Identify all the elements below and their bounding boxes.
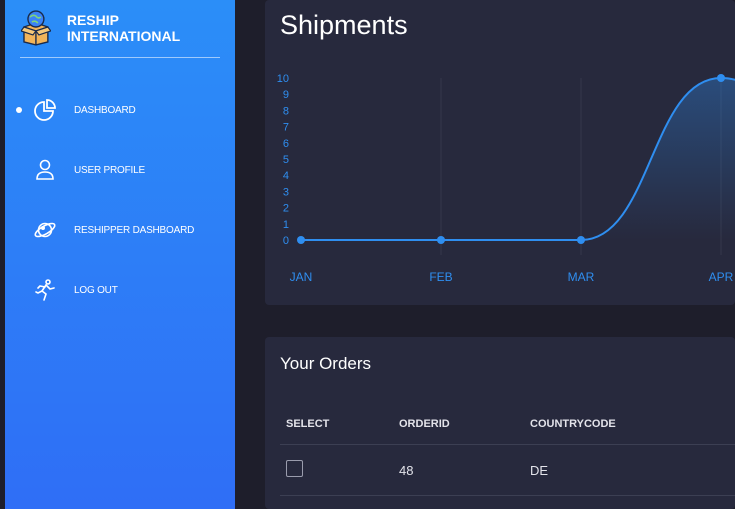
y-tick-label: 0 <box>283 235 289 247</box>
y-tick-label: 3 <box>283 186 289 198</box>
sidebar-item-dashboard[interactable]: DASHBOARD <box>5 80 235 140</box>
data-point <box>437 236 445 244</box>
y-tick-label: 6 <box>283 138 289 150</box>
shipments-card: Shipments 0 1 2 3 4 5 6 7 8 9 10 JAN FEB MAR APR <box>265 0 735 305</box>
brand-divider <box>20 57 220 58</box>
countrycode-cell: DE <box>524 444 735 496</box>
column-header-countrycode: COUNTRYCODE <box>524 404 735 445</box>
brand-name: RESHIP INTERNATIONAL <box>66 12 181 44</box>
row-select-checkbox[interactable] <box>286 460 303 477</box>
sidebar-item-reshipper-dashboard[interactable]: RESHIPPER DASHBOARD <box>5 200 235 260</box>
column-header-select: SELECT <box>280 404 393 445</box>
table-row[interactable]: 48 DE <box>280 444 735 496</box>
orderid-cell: 48 <box>393 444 524 496</box>
sidebar-item-label: LOG OUT <box>74 284 118 296</box>
table-header-row: SELECT ORDERID COUNTRYCODE <box>280 404 735 445</box>
brand[interactable]: RESHIP INTERNATIONAL <box>21 8 235 48</box>
x-tick-label: MAR <box>568 270 595 284</box>
y-tick-label: 8 <box>283 105 289 117</box>
shipments-chart: 0 1 2 3 4 5 6 7 8 9 10 JAN FEB MAR APR <box>277 73 735 284</box>
orders-title: Your Orders <box>280 354 372 373</box>
x-tick-label: JAN <box>290 270 313 284</box>
y-tick-label: 2 <box>283 203 289 215</box>
running-person-icon <box>35 279 55 301</box>
sidebar-item-log-out[interactable]: LOG OUT <box>5 260 235 320</box>
orders-card: Your Orders SELECT ORDERID COUNTRYCODE 4… <box>265 337 735 509</box>
active-indicator <box>16 107 22 113</box>
box-globe-icon <box>21 10 51 46</box>
sidebar: RESHIP INTERNATIONAL DASHBOARD USER PROF… <box>0 0 235 509</box>
sidebar-item-label: RESHIPPER DASHBOARD <box>74 224 195 236</box>
data-point <box>297 236 305 244</box>
series-area <box>301 78 735 241</box>
sidebar-item-label: USER PROFILE <box>74 164 145 176</box>
sidebar-nav: DASHBOARD USER PROFILE RESHIPPER DASHBOA… <box>5 80 235 320</box>
y-tick-label: 4 <box>283 170 289 182</box>
orders-table: SELECT ORDERID COUNTRYCODE 48 DE <box>280 404 735 496</box>
sidebar-item-label: DASHBOARD <box>74 104 136 116</box>
user-icon <box>36 159 54 180</box>
data-point <box>717 74 725 82</box>
pie-chart-icon <box>34 99 56 121</box>
planet-icon <box>34 222 56 238</box>
y-tick-label: 7 <box>283 122 289 134</box>
x-tick-label: APR <box>709 270 734 284</box>
select-cell <box>280 444 393 496</box>
y-tick-label: 10 <box>277 73 289 85</box>
sidebar-item-user-profile[interactable]: USER PROFILE <box>5 140 235 200</box>
column-header-orderid: ORDERID <box>393 404 524 445</box>
y-tick-label: 5 <box>283 154 289 166</box>
y-tick-label: 9 <box>283 89 289 101</box>
y-tick-label: 1 <box>283 219 289 231</box>
data-point <box>577 236 585 244</box>
x-tick-label: FEB <box>429 270 452 284</box>
